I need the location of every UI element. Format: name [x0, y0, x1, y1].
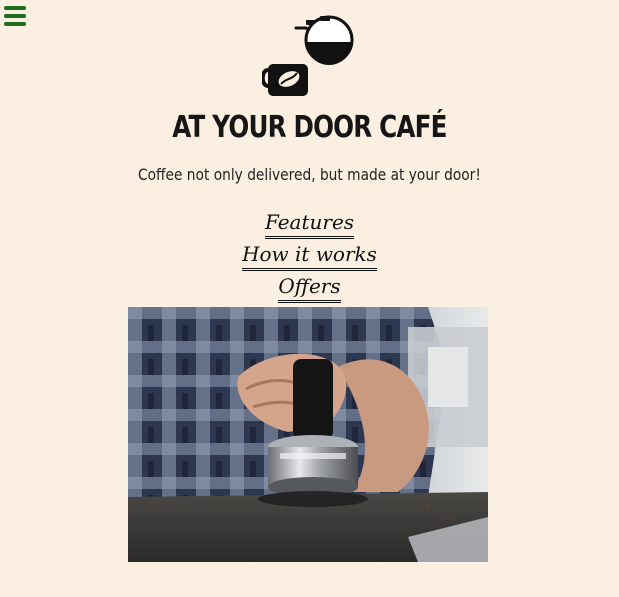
nav-link-features[interactable]: Features	[264, 210, 355, 239]
menu-bar	[4, 6, 26, 10]
menu-bar	[4, 14, 26, 18]
tagline: Coffee not only delivered, but made at y…	[137, 165, 481, 184]
page: AT YOUR DOOR CAFÉ Coffee not only delive…	[0, 0, 619, 597]
barista-tamping-coffee-photo	[128, 307, 488, 562]
menu-bar	[4, 22, 26, 26]
hero-image	[128, 307, 488, 562]
nav-link-how-it-works[interactable]: How it works	[242, 242, 377, 271]
nav-link-offers[interactable]: Offers	[278, 274, 341, 303]
coffee-logo-icon	[262, 15, 354, 96]
brand-name: AT YOUR DOOR CAFÉ	[172, 110, 447, 145]
hamburger-menu-icon[interactable]	[4, 6, 26, 26]
main-nav: Features How it works Offers	[0, 210, 619, 306]
coffee-pot-icon	[294, 15, 354, 65]
coffee-mug-icon	[262, 64, 308, 96]
